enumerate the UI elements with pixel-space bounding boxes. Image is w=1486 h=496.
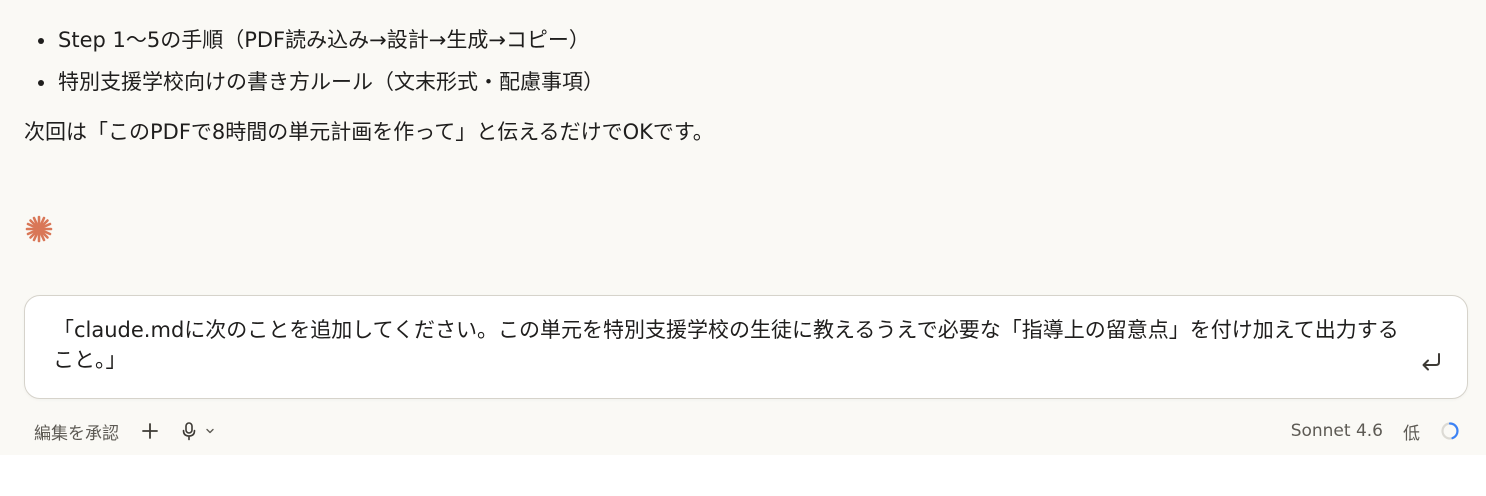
mic-icon [181, 421, 197, 441]
assistant-message: Step 1〜5の手順（PDF読み込み→設計→生成→コピー） 特別支援学校向けの… [24, 22, 1424, 150]
send-button[interactable] [1417, 350, 1445, 378]
message-paragraph: 次回は「このPDFで8時間の単元計画を作って」と伝えるだけでOKです。 [24, 120, 714, 144]
claude-spark-icon [24, 214, 54, 244]
return-icon [1419, 351, 1443, 377]
chat-canvas: Step 1〜5の手順（PDF読み込み→設計→生成→コピー） 特別支援学校向けの… [0, 0, 1486, 455]
voice-input-button[interactable] [181, 421, 215, 441]
plus-icon[interactable] [141, 422, 159, 440]
composer-toolbar: 編集を承認 Sonnet 4.6 低 [24, 414, 1468, 448]
spinner-icon [1440, 421, 1460, 441]
model-selector[interactable]: Sonnet 4.6 [1291, 421, 1383, 441]
chevron-down-icon [205, 427, 215, 435]
composer-input[interactable]: 「claude.mdに次のことを追加してください。この単元を特別支援学校の生徒に… [53, 315, 1413, 375]
effort-selector[interactable]: 低 [1403, 419, 1420, 444]
list-item: 特別支援学校向けの書き方ルール（文末形式・配慮事項） [24, 64, 1424, 106]
message-composer[interactable]: 「claude.mdに次のことを追加してください。この単元を特別支援学校の生徒に… [24, 295, 1468, 399]
accept-edits-toggle[interactable]: 編集を承認 [34, 419, 119, 444]
bullet-list: Step 1〜5の手順（PDF読み込み→設計→生成→コピー） 特別支援学校向けの… [24, 22, 1424, 106]
list-item: Step 1〜5の手順（PDF読み込み→設計→生成→コピー） [24, 22, 1424, 64]
